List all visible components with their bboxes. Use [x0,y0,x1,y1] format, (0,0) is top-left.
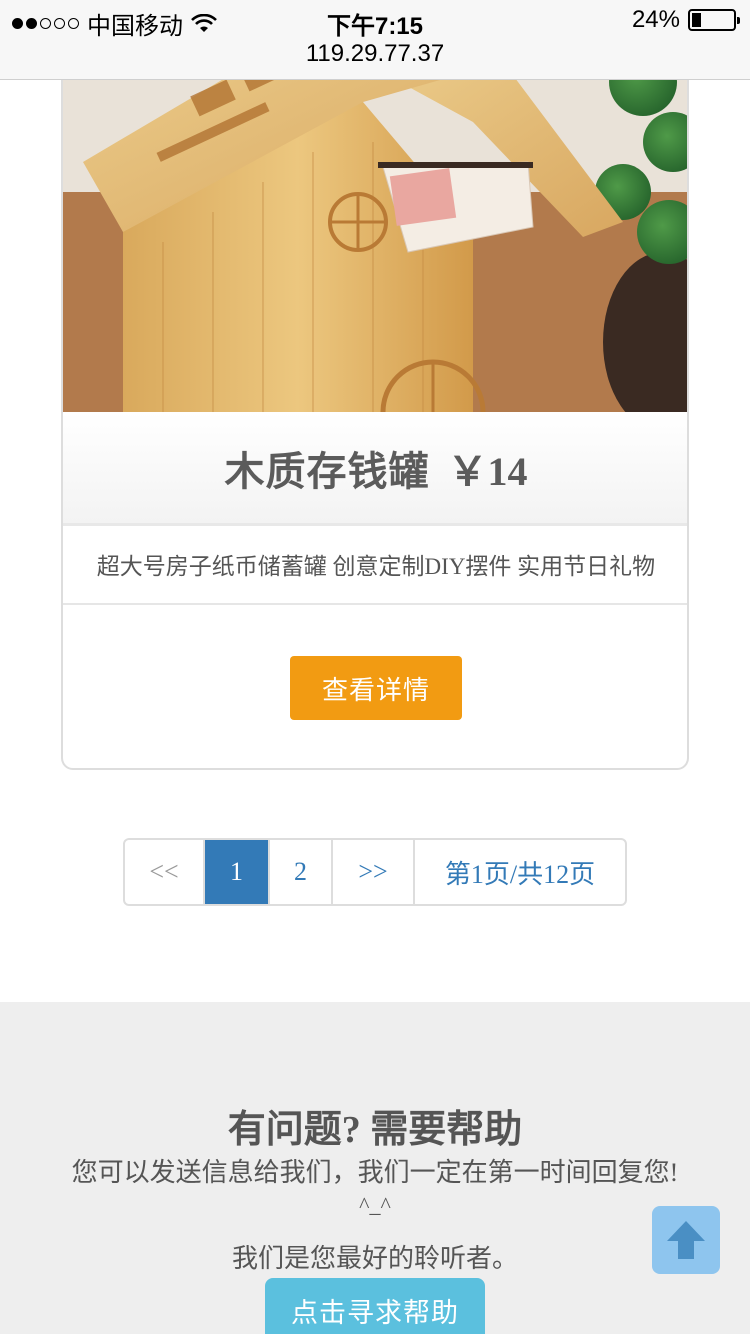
address-url[interactable]: 119.29.77.37 [0,40,750,68]
battery-percent: 24% [631,6,680,33]
view-details-button[interactable]: 查看详情 [290,656,462,720]
status-right: 24% [631,6,740,34]
help-message: 您可以发送信息给我们，我们一定在第一时间回复您! [71,1158,679,1187]
status-bar: 中国移动 下午7:15 119.29.77.37 24% [0,0,750,80]
help-emoticon: ^_^ [359,1192,391,1217]
arrow-up-icon [667,1221,705,1259]
product-price: ￥14 [447,448,528,494]
pagination-next[interactable]: >> [333,840,415,904]
battery-icon [688,9,740,31]
pagination-prev[interactable]: << [125,840,205,904]
help-tagline: 我们是您最好的聆听者。 [231,1244,518,1273]
piggy-bank-illustration [63,42,687,412]
product-title[interactable]: 木质存钱罐 [225,439,430,497]
product-title-bar: 木质存钱罐 ￥14 [63,412,687,526]
back-to-top-button[interactable] [652,1206,720,1274]
pagination-page-1[interactable]: 1 [205,840,270,904]
seek-help-button[interactable]: 点击寻求帮助 [265,1278,485,1334]
pagination-info: 第1页/共12页 [444,859,596,889]
help-title: 有问题? 需要帮助 [227,1109,523,1151]
product-image[interactable] [63,42,687,412]
product-card: 木质存钱罐 ￥14 超大号房子纸币储蓄罐 创意定制DIY摆件 实用节日礼物 查看… [61,40,689,770]
product-description: 超大号房子纸币储蓄罐 创意定制DIY摆件 实用节日礼物 [63,529,687,605]
pagination: << 1 2 >> 第1页/共12页 [123,838,627,906]
help-footer: 有问题? 需要帮助 您可以发送信息给我们，我们一定在第一时间回复您! ^_^ 我… [0,1002,750,1334]
pagination-page-2[interactable]: 2 [270,840,333,904]
